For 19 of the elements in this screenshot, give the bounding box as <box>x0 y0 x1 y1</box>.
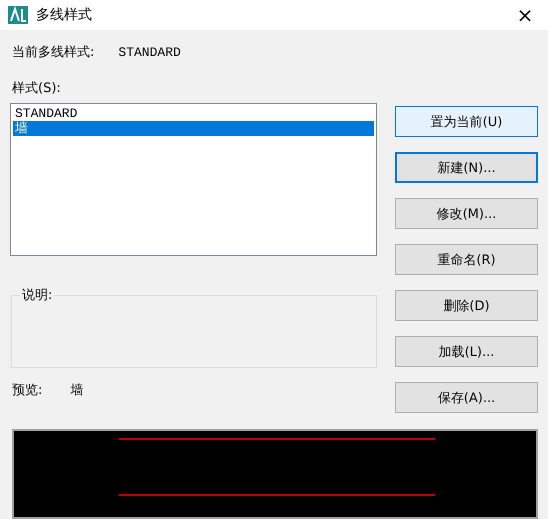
style-item[interactable]: STANDARD <box>13 106 374 121</box>
style-item[interactable]: 墙 <box>13 121 374 136</box>
current-style-value: STANDARD <box>118 44 181 60</box>
dialog-button[interactable]: 新建(N)... <box>395 152 538 183</box>
description-label: 说明: <box>21 287 54 304</box>
preview-label: 预览: <box>12 382 42 399</box>
dialog-button[interactable]: 置为当前(U) <box>395 106 538 137</box>
dialog-button[interactable]: 保存(A)... <box>395 382 538 413</box>
dialog-button[interactable]: 重命名(R) <box>395 244 538 275</box>
app-icon <box>8 6 28 24</box>
styles-label: 样式(S): <box>12 80 61 97</box>
dialog-button[interactable]: 加载(L)... <box>395 336 538 367</box>
close-button[interactable]: × <box>510 1 540 29</box>
preview-style-name: 墙 <box>70 382 84 399</box>
current-style-label: 当前多线样式: <box>12 44 94 61</box>
window-title: 多线样式 <box>36 6 93 24</box>
dialog-button[interactable]: 删除(D) <box>395 290 538 321</box>
dialog-button[interactable]: 修改(M)... <box>395 198 538 229</box>
styles-list[interactable]: STANDARD 墙 <box>10 103 377 256</box>
